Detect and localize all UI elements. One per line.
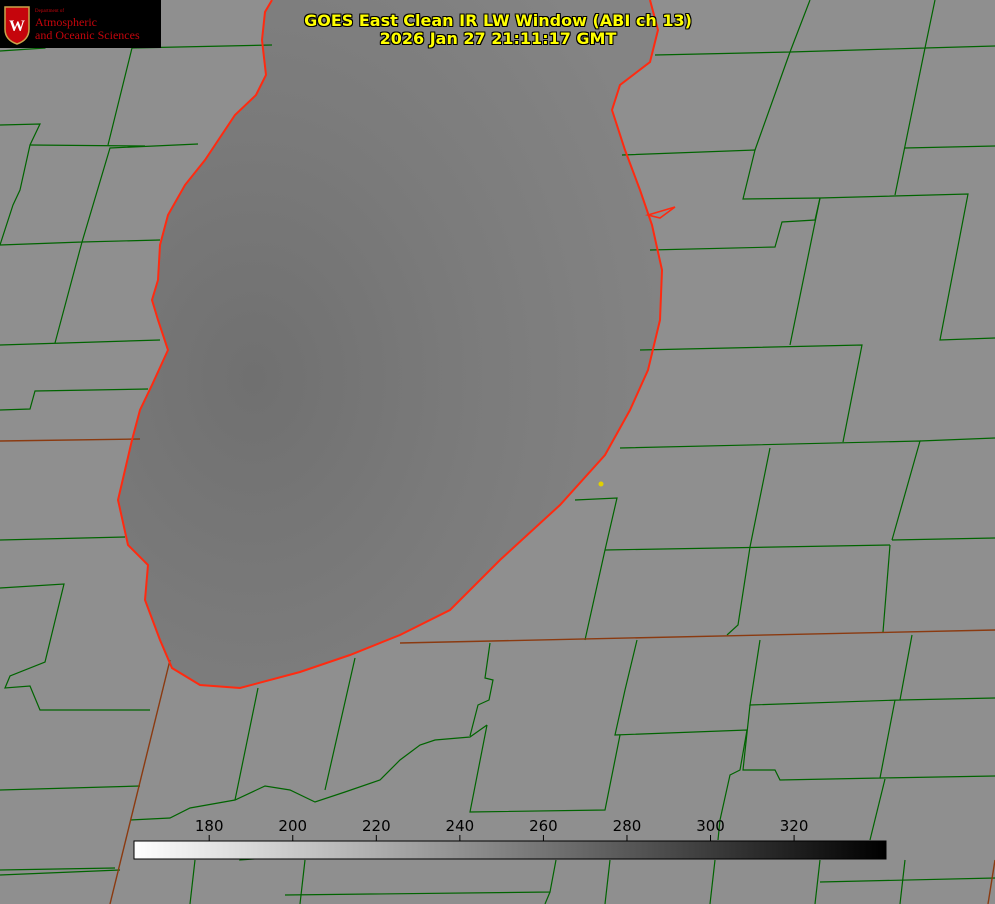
colorbar-tick-label: 180: [195, 817, 224, 835]
colorbar-tick-label: 200: [278, 817, 307, 835]
colorbar-tick-label: 300: [696, 817, 725, 835]
seal-letter: W: [9, 18, 25, 35]
colorbar-tick-label: 240: [446, 817, 475, 835]
colorbar-gradient: [133, 840, 887, 860]
ir-map: 180 200 220 240 260 280 300 320: [0, 0, 995, 904]
image-timestamp: 2026 Jan 27 21:11:17 GMT: [379, 29, 617, 48]
logo: W Department of Atmospheric and Oceanic …: [0, 0, 161, 48]
image-title: GOES East Clean IR LW Window (ABI ch 13)…: [248, 12, 748, 48]
colorbar-tick-label: 280: [613, 817, 642, 835]
logo-name: Atmospheric and Oceanic Sciences: [35, 16, 140, 42]
logo-name-line2: and Oceanic Sciences: [35, 28, 140, 42]
university-seal-icon: W: [4, 6, 30, 45]
location-marker: [598, 481, 604, 487]
satellite-image: 180 200 220 240 260 280 300 320 W Department of…: [0, 0, 995, 904]
colorbar-tick-label: 320: [780, 817, 809, 835]
colorbar-tick-label: 260: [529, 817, 558, 835]
product-title: GOES East Clean IR LW Window (ABI ch 13): [304, 11, 692, 30]
colorbar-tick-label: 220: [362, 817, 391, 835]
